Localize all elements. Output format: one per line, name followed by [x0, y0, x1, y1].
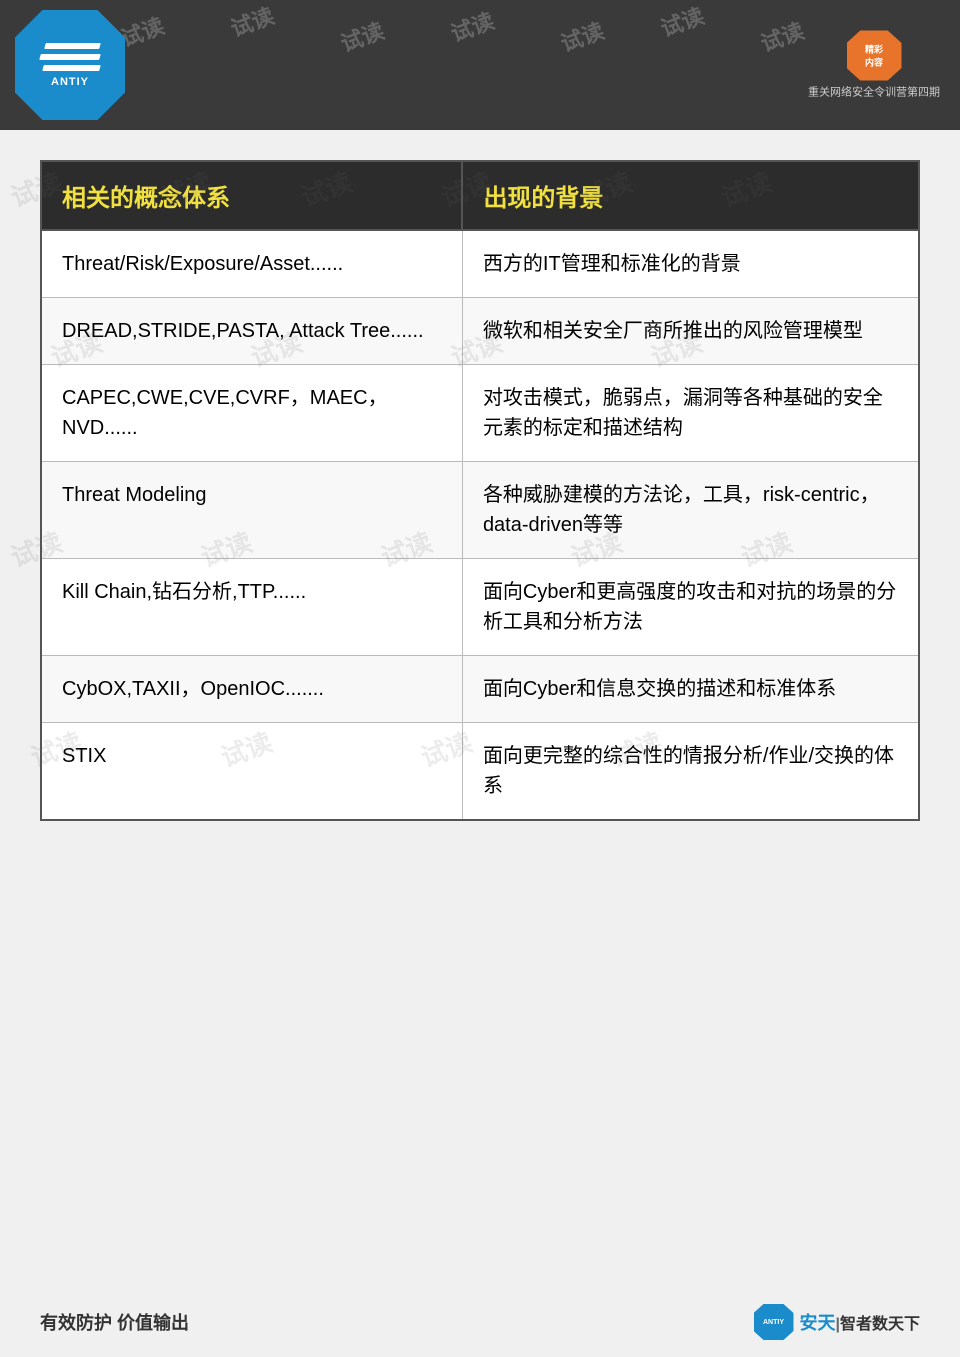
- watermark-2: 试读: [226, 0, 278, 44]
- table-row: CAPEC,CWE,CVE,CVRF，MAEC，NVD......对攻击模式，脆…: [41, 365, 919, 462]
- header-right-brand: 精彩内容 重关网络安全令训营第四期: [808, 31, 940, 100]
- logo-label: ANTIY: [51, 76, 89, 88]
- header-subtitle: 重关网络安全令训营第四期: [808, 84, 940, 100]
- col1-header: 相关的概念体系: [41, 161, 462, 230]
- table-row: STIX面向更完整的综合性的情报分析/作业/交换的体系: [41, 723, 919, 821]
- footer-brand-name: 安天|智者数天下: [800, 1309, 921, 1335]
- table-cell-right: 面向Cyber和信息交换的描述和标准体系: [462, 656, 919, 723]
- table-row: CybOX,TAXII，OpenIOC.......面向Cyber和信息交换的描…: [41, 656, 919, 723]
- table-cell-left: Kill Chain,钻石分析,TTP......: [41, 559, 462, 656]
- logo-line-3: [42, 65, 101, 71]
- footer-tagline: 有效防护 价值输出: [40, 1309, 189, 1335]
- table-cell-right: 各种威胁建模的方法论，工具，risk-centric，data-driven等等: [462, 462, 919, 559]
- logo-lines: [40, 43, 100, 71]
- antiy-logo: ANTIY: [15, 10, 125, 120]
- watermark-5: 试读: [556, 13, 608, 58]
- table-row: DREAD,STRIDE,PASTA, Attack Tree......微软和…: [41, 298, 919, 365]
- table-cell-right: 面向更完整的综合性的情报分析/作业/交换的体系: [462, 723, 919, 821]
- table-cell-left: Threat/Risk/Exposure/Asset......: [41, 230, 462, 298]
- right-hex-icon: 精彩内容: [847, 31, 902, 81]
- table-row: Kill Chain,钻石分析,TTP......面向Cyber和更高强度的攻击…: [41, 559, 919, 656]
- footer-brand-area: ANTIY 安天|智者数天下: [754, 1304, 921, 1340]
- table-cell-right: 对攻击模式，脆弱点，漏洞等各种基础的安全元素的标定和描述结构: [462, 365, 919, 462]
- footer-hex-label: ANTIY: [763, 1319, 784, 1326]
- watermark-7: 试读: [756, 13, 808, 58]
- table-cell-left: Threat Modeling: [41, 462, 462, 559]
- table-cell-right: 西方的IT管理和标准化的背景: [462, 230, 919, 298]
- concept-table: 相关的概念体系 出现的背景 Threat/Risk/Exposure/Asset…: [40, 160, 920, 821]
- footer-brand-sub: 智者数天下: [840, 1316, 920, 1333]
- header: 试读 试读 试读 试读 试读 试读 试读 ANTIY 精彩内容 重关网络安全令训…: [0, 0, 960, 130]
- table-row: Threat Modeling各种威胁建模的方法论，工具，risk-centri…: [41, 462, 919, 559]
- table-cell-right: 面向Cyber和更高强度的攻击和对抗的场景的分析工具和分析方法: [462, 559, 919, 656]
- table-cell-right: 微软和相关安全厂商所推出的风险管理模型: [462, 298, 919, 365]
- watermark-4: 试读: [446, 3, 498, 48]
- logo-line-2: [39, 54, 101, 60]
- col2-header: 出现的背景: [462, 161, 919, 230]
- watermark-3: 试读: [336, 13, 388, 58]
- table-row: Threat/Risk/Exposure/Asset......西方的IT管理和…: [41, 230, 919, 298]
- table-cell-left: DREAD,STRIDE,PASTA, Attack Tree......: [41, 298, 462, 365]
- logo-line-1: [44, 43, 101, 49]
- table-cell-left: CAPEC,CWE,CVE,CVRF，MAEC，NVD......: [41, 365, 462, 462]
- right-hex-text: 精彩内容: [865, 43, 883, 69]
- table-cell-left: CybOX,TAXII，OpenIOC.......: [41, 656, 462, 723]
- table-cell-left: STIX: [41, 723, 462, 821]
- watermark-6: 试读: [656, 0, 708, 44]
- footer-hex-icon: ANTIY: [754, 1304, 794, 1340]
- footer: 有效防护 价值输出 ANTIY 安天|智者数天下: [0, 1287, 960, 1357]
- main-content: 试读 试读 试读 试读 试读 试读 试读 试读 试读 试读 试读 试读 试读 试…: [0, 130, 960, 851]
